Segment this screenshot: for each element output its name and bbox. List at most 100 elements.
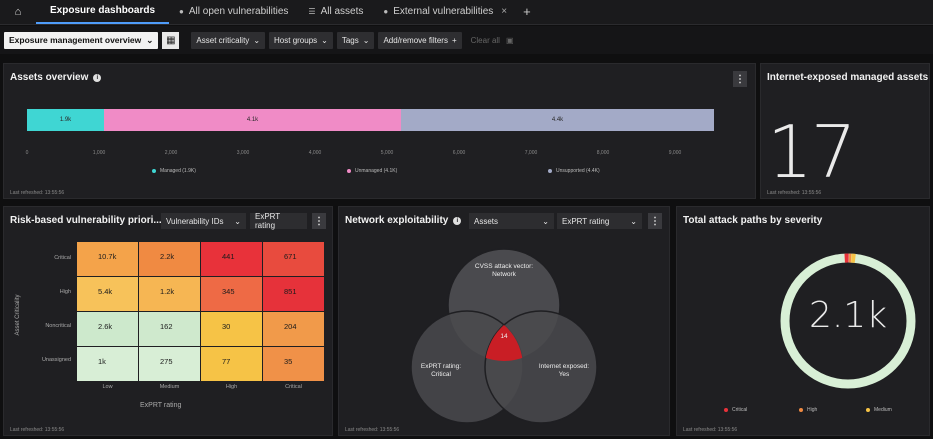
- assets-overview-panel: Assets overview i ⋮ 1.9k 4.1k 4.4k 0 1,00…: [3, 63, 756, 199]
- chevron-down-icon: ⌄: [234, 216, 241, 226]
- panel-title: Risk-based vulnerability priori...i: [10, 215, 175, 226]
- tab-exposure-dashboards[interactable]: Exposure dashboards: [36, 0, 170, 24]
- axis-tick: 9,000: [668, 150, 682, 156]
- filter-asset-criticality[interactable]: Asset criticality ⌄: [191, 31, 266, 49]
- tab-all-open-vulnerabilities[interactable]: ● All open vulnerabilities: [169, 0, 298, 24]
- heatmap-cell[interactable]: 204: [263, 312, 324, 346]
- last-refreshed: Last refreshed: 13:55:56: [767, 190, 822, 196]
- heatmap-cell[interactable]: 162: [139, 312, 200, 346]
- axis-tick: 4,000: [308, 150, 322, 156]
- more-options-button[interactable]: ⋮: [312, 213, 326, 229]
- chip-label: Asset criticality: [196, 35, 250, 45]
- legend-item-medium[interactable]: Medium: [866, 407, 892, 413]
- attack-paths-total: 2.1k: [808, 295, 888, 336]
- exprt-rating-dropdown[interactable]: ExPRT rating: [250, 212, 307, 230]
- layout-grid-button[interactable]: ▦: [162, 31, 180, 49]
- dashboard-select-value: Exposure management overview: [9, 35, 142, 45]
- heatmap-cell[interactable]: 10.7k: [77, 242, 138, 276]
- chip-label: Host groups: [274, 35, 318, 45]
- attack-paths-title: Total attack paths by severity: [683, 215, 823, 226]
- heatmap-cell[interactable]: 1.2k: [139, 277, 200, 311]
- info-icon[interactable]: i: [93, 73, 102, 82]
- dropdown-value: Vulnerability IDs: [166, 216, 224, 226]
- assets-overview-title: Assets overview: [10, 72, 89, 83]
- filter-tags[interactable]: Tags ⌄: [336, 31, 375, 49]
- legend-item-high[interactable]: High: [799, 407, 817, 413]
- bar-segment-managed[interactable]: 1.9k: [27, 109, 104, 131]
- heatmap-cell[interactable]: 441: [201, 242, 262, 276]
- bar-segment-label: 1.9k: [59, 117, 72, 123]
- legend-swatch: [347, 169, 351, 173]
- internet-exposed-title: Internet-exposed managed assets: [767, 72, 929, 83]
- heatmap-cell[interactable]: 345: [201, 277, 262, 311]
- tab-label: All open vulnerabilities: [188, 6, 289, 17]
- heatmap-cell[interactable]: 2.6k: [77, 312, 138, 346]
- heatmap-cell[interactable]: 2.2k: [139, 242, 200, 276]
- dashboard-select[interactable]: Exposure management overview ⌄: [4, 31, 159, 49]
- last-refreshed: Last refreshed: 13:55:56: [10, 190, 65, 196]
- add-tab-button[interactable]: +: [517, 0, 537, 24]
- legend-label: Critical: [732, 407, 748, 413]
- venn-label-internet: Internet exposed: Yes: [538, 363, 590, 378]
- clear-all-label: Clear all: [470, 35, 500, 45]
- more-options-button[interactable]: ⋮: [733, 71, 747, 87]
- bar-segment-label: 4.4k: [551, 117, 564, 123]
- heatmap-cell[interactable]: 5.4k: [77, 277, 138, 311]
- venn-label-exprt: ExPRT rating: Critical: [420, 363, 462, 378]
- legend-item-managed[interactable]: Managed (1.9K): [152, 168, 196, 174]
- chevron-down-icon: ⌄: [630, 216, 637, 226]
- home-icon[interactable]: ⌂: [0, 0, 36, 24]
- bar-segment-label: 4.1k: [246, 117, 259, 123]
- axis-tick: 6,000: [452, 150, 466, 156]
- tab-label: Exposure dashboards: [50, 5, 156, 16]
- filter-bar: Exposure management overview ⌄ ▦ Asset cr…: [0, 26, 933, 54]
- dropdown-value: ExPRT rating: [255, 212, 281, 230]
- col-label-medium: Medium: [159, 384, 180, 390]
- close-tab-icon[interactable]: ×: [501, 6, 507, 17]
- list-icon: ☰: [308, 7, 316, 16]
- bar-segment-unmanaged[interactable]: 4.1k: [104, 109, 401, 131]
- axis-tick: 8,000: [596, 150, 610, 156]
- vulnerability-ids-dropdown[interactable]: Vulnerability IDs ⌄: [161, 213, 246, 229]
- more-options-button[interactable]: ⋮: [648, 213, 662, 229]
- last-refreshed: Last refreshed: 13:55:56: [683, 427, 738, 433]
- chevron-down-icon: ⌄: [253, 35, 261, 45]
- assets-dropdown[interactable]: Assets ⌄: [469, 213, 554, 229]
- lock-icon: ●: [383, 7, 389, 16]
- dropdown-value: ExPRT rating: [562, 216, 610, 226]
- tab-label: External vulnerabilities: [393, 6, 494, 17]
- add-remove-filters-button[interactable]: Add/remove filters +: [378, 31, 462, 49]
- row-label-unassigned: Unassigned: [41, 357, 71, 363]
- exprt-rating-dropdown[interactable]: ExPRT rating ⌄: [557, 213, 642, 229]
- heatmap-cell[interactable]: 671: [263, 242, 324, 276]
- panel-title: Internet-exposed managed assetsi: [767, 72, 933, 83]
- legend-item-unmanaged[interactable]: Unmanaged (4.1K): [347, 168, 397, 174]
- filter-host-groups[interactable]: Host groups ⌄: [269, 31, 333, 49]
- legend-item-critical[interactable]: Critical: [724, 407, 747, 413]
- legend-label: Unsupported (4.4K): [556, 168, 600, 174]
- legend-swatch: [152, 169, 156, 173]
- y-axis-title: Asset Criticality: [15, 294, 21, 336]
- row-label-high: High: [59, 289, 71, 295]
- tab-label: All assets: [320, 6, 364, 17]
- heatmap-cell[interactable]: 1k: [77, 347, 138, 381]
- axis-tick: 2,000: [164, 150, 178, 156]
- grid-icon: ▦: [166, 34, 176, 46]
- heatmap-cell[interactable]: 275: [139, 347, 200, 381]
- legend-item-unsupported[interactable]: Unsupported (4.4K): [548, 168, 600, 174]
- clear-all-button[interactable]: Clear all ▣: [466, 32, 519, 49]
- venn-intersection-count[interactable]: 14: [494, 333, 514, 341]
- bar-segment-unsupported[interactable]: 4.4k: [401, 109, 714, 131]
- legend-swatch: [548, 169, 552, 173]
- tab-external-vulnerabilities[interactable]: ● External vulnerabilities ×: [373, 0, 517, 24]
- info-icon[interactable]: i: [453, 216, 462, 225]
- legend-swatch: [866, 408, 870, 412]
- internet-exposed-panel: Internet-exposed managed assetsi 17 Last…: [760, 63, 930, 199]
- heatmap-cell[interactable]: 35: [263, 347, 324, 381]
- heatmap-cell[interactable]: 30: [201, 312, 262, 346]
- heatmap-cell[interactable]: 851: [263, 277, 324, 311]
- axis-tick: 1,000: [92, 150, 106, 156]
- heatmap-cell[interactable]: 77: [201, 347, 262, 381]
- tab-all-assets[interactable]: ☰ All assets: [298, 0, 373, 24]
- row-label-critical: Critical: [54, 255, 71, 261]
